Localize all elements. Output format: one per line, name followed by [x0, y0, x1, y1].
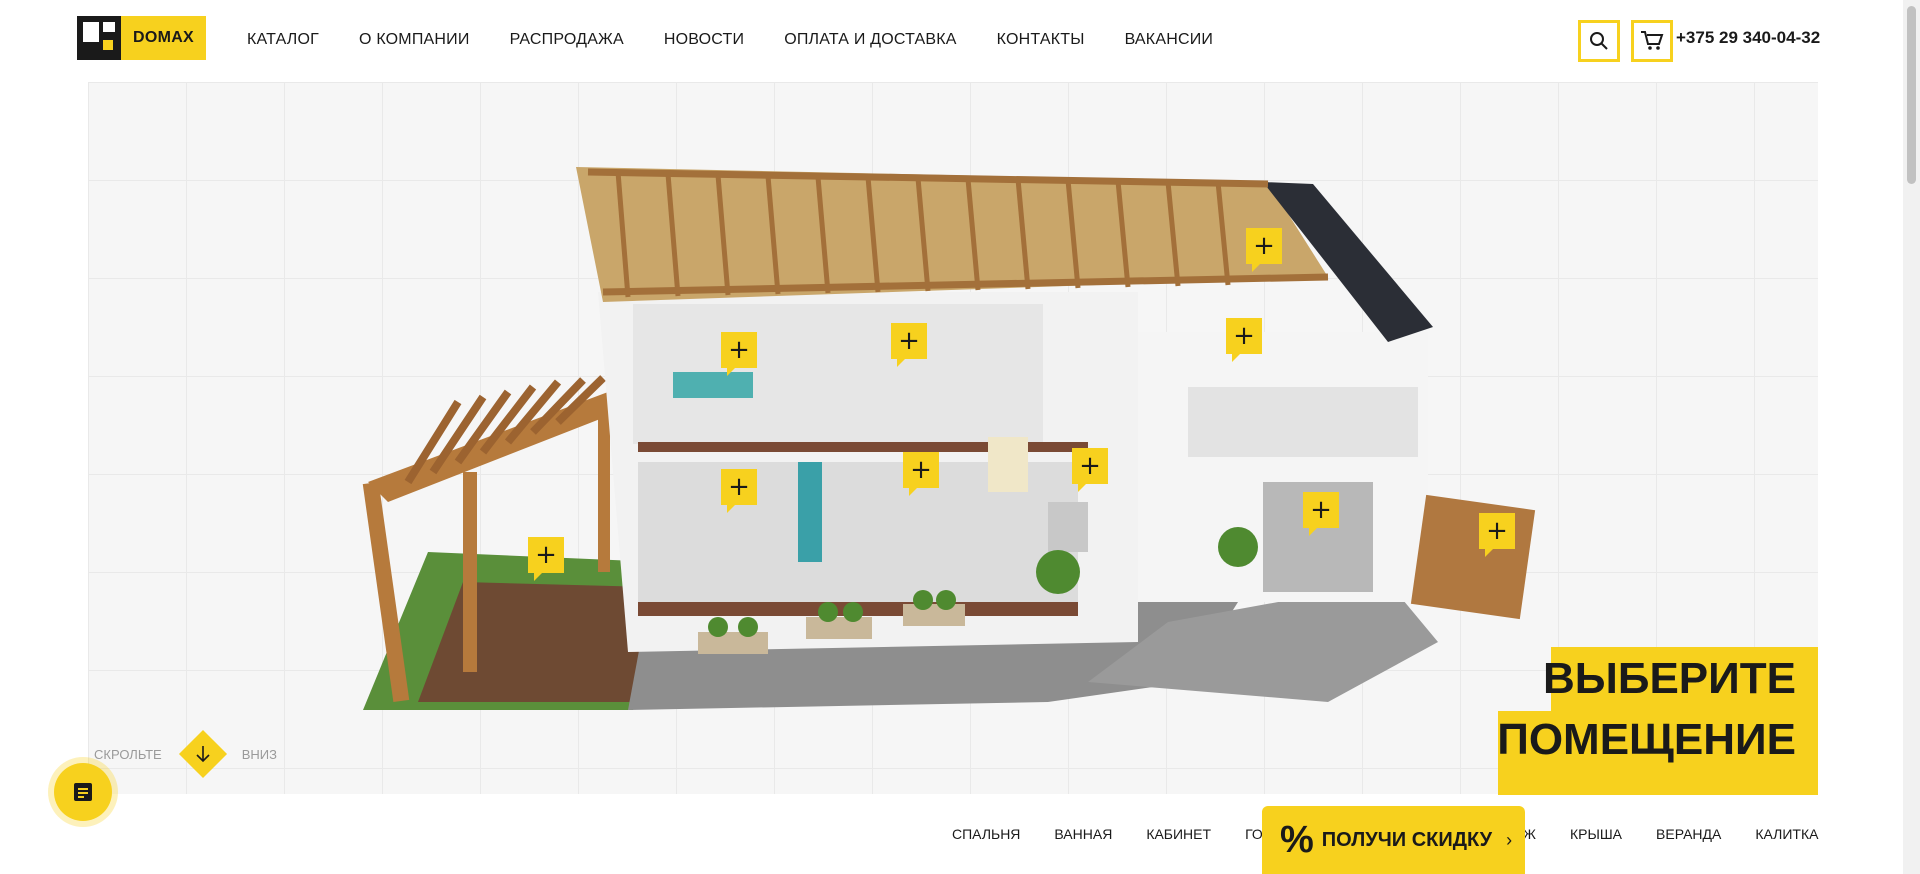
scroll-hint: СКРОЛЬТЕ ВНИЗ: [94, 729, 277, 779]
hotspot-kitchen[interactable]: +: [903, 452, 939, 496]
room-tab-gate[interactable]: КАЛИТКА: [1755, 826, 1818, 846]
hotspot-veranda[interactable]: +: [528, 537, 564, 581]
site-header: DOMAX КАТАЛОГ О КОМПАНИИ РАСПРОДАЖА НОВО…: [0, 0, 1920, 80]
search-button[interactable]: [1578, 20, 1620, 62]
chat-button[interactable]: [54, 763, 112, 821]
search-icon: [1590, 32, 1608, 50]
cart-button[interactable]: [1631, 20, 1673, 62]
percent-icon: %: [1280, 818, 1314, 861]
nav-payment-delivery[interactable]: ОПЛАТА И ДОСТАВКА: [784, 31, 956, 49]
room-tab-veranda[interactable]: ВЕРАНДА: [1656, 826, 1721, 846]
chevron-right-icon: ›: [1506, 829, 1513, 850]
hotspot-gate[interactable]: +: [1479, 513, 1515, 557]
discount-label: ПОЛУЧИ СКИДКУ: [1321, 828, 1493, 851]
phone-number[interactable]: +375 29 340-04-32: [1676, 28, 1820, 48]
plus-icon: +: [1486, 516, 1508, 546]
hotspot-bedroom[interactable]: +: [721, 332, 757, 376]
nav-about[interactable]: О КОМПАНИИ: [359, 31, 470, 49]
nav-catalog[interactable]: КАТАЛОГ: [247, 31, 319, 49]
nav-sale[interactable]: РАСПРОДАЖА: [510, 31, 624, 49]
plus-icon: +: [728, 472, 750, 502]
room-tab-bathroom[interactable]: ВАННАЯ: [1054, 826, 1112, 846]
nav-vacancies[interactable]: ВАКАНСИИ: [1125, 31, 1214, 49]
logo[interactable]: DOMAX: [77, 16, 206, 60]
choose-room-line2: ПОМЕЩЕНИЕ: [1497, 711, 1818, 795]
hotspot-office[interactable]: +: [1226, 318, 1262, 362]
choose-room-line1: ВЫБЕРИТЕ: [1543, 647, 1818, 711]
nav-contacts[interactable]: КОНТАКТЫ: [997, 31, 1085, 49]
plus-icon: +: [535, 540, 557, 570]
scroll-down-button[interactable]: [178, 729, 227, 779]
page-scrollbar[interactable]: [1903, 0, 1920, 874]
logo-mark-icon: [77, 16, 121, 60]
hotspot-roof[interactable]: +: [1246, 228, 1282, 272]
plus-icon: +: [728, 335, 750, 365]
room-tab-roof[interactable]: КРЫША: [1570, 826, 1622, 846]
plus-icon: +: [910, 455, 932, 485]
chat-icon: [74, 783, 92, 801]
logo-text: DOMAX: [121, 16, 206, 60]
hotspot-living-room[interactable]: +: [721, 469, 757, 513]
hotspot-bathroom[interactable]: +: [891, 323, 927, 367]
room-tab-bedroom[interactable]: СПАЛЬНЯ: [952, 826, 1020, 846]
plus-icon: +: [1079, 451, 1101, 481]
hotspot-garage[interactable]: +: [1303, 492, 1339, 536]
plus-icon: +: [898, 326, 920, 356]
scroll-hint-right: ВНИЗ: [241, 746, 277, 762]
room-tab-office[interactable]: КАБИНЕТ: [1146, 826, 1211, 846]
scroll-hint-left: СКРОЛЬТЕ: [94, 746, 162, 762]
plus-icon: +: [1310, 495, 1332, 525]
arrow-down-icon: [196, 746, 210, 763]
main-nav: КАТАЛОГ О КОМПАНИИ РАСПРОДАЖА НОВОСТИ ОП…: [247, 0, 1253, 80]
scrollbar-thumb[interactable]: [1907, 6, 1916, 184]
hotspot-hallway[interactable]: +: [1072, 448, 1108, 492]
cart-icon: [1641, 31, 1664, 50]
nav-news[interactable]: НОВОСТИ: [664, 31, 744, 49]
plus-icon: +: [1233, 321, 1255, 351]
plus-icon: +: [1253, 231, 1275, 261]
get-discount-button[interactable]: % ПОЛУЧИ СКИДКУ ›: [1262, 806, 1525, 874]
